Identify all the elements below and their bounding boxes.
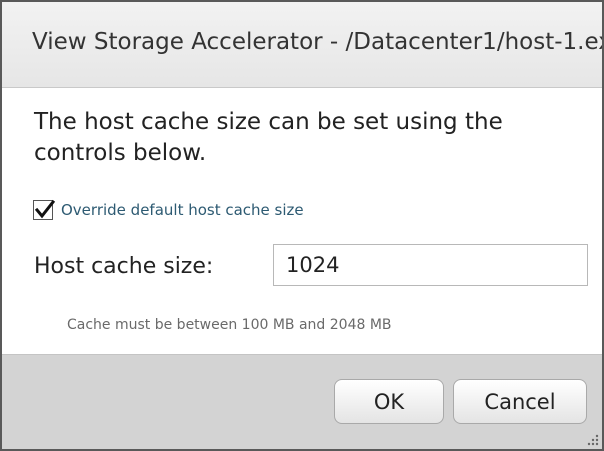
ok-button[interactable]: OK bbox=[334, 379, 444, 424]
checkmark-icon bbox=[34, 199, 56, 219]
override-label[interactable]: Override default host cache size bbox=[61, 201, 304, 219]
cache-size-input[interactable] bbox=[273, 244, 588, 286]
override-checkbox[interactable] bbox=[33, 199, 56, 220]
override-row: Override default host cache size bbox=[33, 199, 304, 221]
cache-size-label: Host cache size: bbox=[34, 254, 214, 279]
intro-text: The host cache size can be set using the… bbox=[34, 109, 503, 166]
resize-grip-icon[interactable] bbox=[585, 432, 599, 446]
dialog-titlebar[interactable]: View Storage Accelerator - /Datacenter1/… bbox=[2, 2, 602, 88]
dialog-content: The host cache size can be set using the… bbox=[2, 88, 602, 354]
cache-size-hint: Cache must be between 100 MB and 2048 MB bbox=[67, 317, 392, 333]
dialog-title: View Storage Accelerator - /Datacenter1/… bbox=[32, 29, 602, 55]
cancel-button[interactable]: Cancel bbox=[453, 379, 587, 424]
storage-accelerator-dialog: View Storage Accelerator - /Datacenter1/… bbox=[0, 0, 604, 451]
dialog-footer: OK Cancel bbox=[2, 354, 602, 449]
